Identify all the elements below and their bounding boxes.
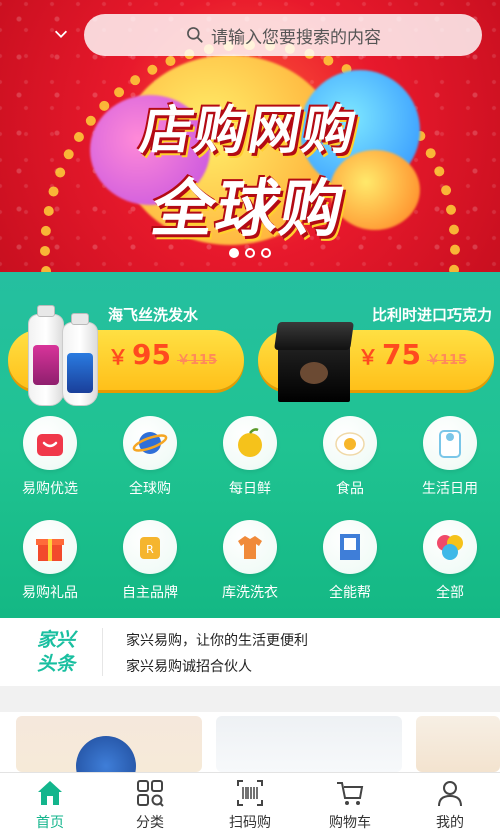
promo-card-chocolate[interactable]: 比利时进口巧克力 ￥ 75 ￥115 <box>258 292 494 402</box>
category-label: 自主品牌 <box>122 585 178 601</box>
promo-card-shampoo[interactable]: 海飞丝洗发水 ￥ 95 ￥115 <box>8 292 244 406</box>
original-price: ￥115 <box>426 353 468 368</box>
product-strip <box>0 712 500 772</box>
category-icon <box>137 780 164 807</box>
category-item-gifts[interactable]: 易购礼品 <box>0 514 100 618</box>
all-icon <box>437 535 463 560</box>
category-grid: 易购优选 全球购 每日鲜 食品 生活日用 易购礼品 R 自主品牌 库洗洗衣 全能… <box>0 410 500 618</box>
promo-title: 比利时进口巧克力 <box>371 306 492 324</box>
tissue-roll-icon <box>439 430 461 458</box>
category-label: 每日鲜 <box>229 481 271 497</box>
category-label: 库洗洗衣 <box>222 585 278 601</box>
svg-text:R: R <box>146 543 154 556</box>
chevron-down-icon <box>54 30 68 38</box>
tab-category[interactable]: 分类 <box>100 773 200 833</box>
search-placeholder: 请输入您要搜索的内容 <box>211 27 381 48</box>
category-label: 易购优选 <box>22 481 78 497</box>
carousel-indicator <box>0 248 500 258</box>
news-logo: 家兴 头条 <box>36 629 75 675</box>
category-label: 全球购 <box>129 481 171 497</box>
category-label: 生活日用 <box>422 481 478 497</box>
category-item-global[interactable]: 全球购 <box>100 410 200 514</box>
category-label: 全部 <box>436 585 464 601</box>
tab-profile[interactable]: 我的 <box>400 773 500 833</box>
carousel-dot[interactable] <box>229 248 239 258</box>
barcode-scan-icon <box>237 780 263 806</box>
tab-label: 购物车 <box>329 815 371 831</box>
home-icon <box>38 781 62 805</box>
fruit-icon <box>238 428 262 457</box>
book-icon <box>340 534 360 560</box>
location-dropdown[interactable] <box>46 20 76 48</box>
top-bar: 请输入您要搜索的内容 <box>0 12 500 56</box>
planet-icon <box>132 432 168 454</box>
promo-price: ￥ 95 ￥115 <box>108 338 217 371</box>
tab-label: 首页 <box>36 815 64 831</box>
egg-icon <box>335 432 365 456</box>
category-item-all-round-help[interactable]: 全能帮 <box>300 514 400 618</box>
tab-label: 分类 <box>136 815 164 831</box>
product-card[interactable] <box>216 716 402 772</box>
product-card[interactable] <box>416 716 500 772</box>
category-item-daily-life[interactable]: 生活日用 <box>400 410 500 514</box>
bag-icon <box>37 434 63 456</box>
currency-symbol: ￥ <box>108 345 128 369</box>
shampoo-bottle-image <box>28 305 64 406</box>
promo-price: ￥ 75 ￥115 <box>358 338 467 371</box>
promo-title: 海飞丝洗发水 <box>108 306 199 324</box>
category-item-yigou-youxuan[interactable]: 易购优选 <box>0 410 100 514</box>
brand-icon: R <box>140 537 160 559</box>
tab-scan[interactable]: 扫码购 <box>200 773 300 833</box>
category-label: 食品 <box>336 481 364 497</box>
carousel-dot[interactable] <box>261 248 271 258</box>
category-item-food[interactable]: 食品 <box>300 410 400 514</box>
user-icon <box>438 781 462 807</box>
banner-title-line1: 店购网购 <box>135 101 363 161</box>
shirt-icon <box>238 536 262 559</box>
news-item[interactable]: 家兴易购，让你的生活更便利 <box>126 630 308 650</box>
category-item-daily-fresh[interactable]: 每日鲜 <box>200 410 300 514</box>
section-gap <box>0 686 500 712</box>
app-home-page: 店购网购 全球购 请输入您要搜索的内容 海飞丝洗发水 ￥ 95 ￥115 比利时… <box>0 0 500 833</box>
chocolate-box-image <box>274 322 354 402</box>
price-value: 95 <box>132 338 171 371</box>
currency-symbol: ￥ <box>358 345 378 369</box>
news-item[interactable]: 家兴易购诚招合伙人 <box>126 656 252 676</box>
category-label: 易购礼品 <box>22 585 78 601</box>
news-ticker[interactable]: 家兴 头条 家兴易购，让你的生活更便利 家兴易购诚招合伙人 <box>0 618 500 686</box>
carousel-dot[interactable] <box>245 248 255 258</box>
original-price: ￥115 <box>176 353 218 368</box>
tab-cart[interactable]: 购物车 <box>300 773 400 833</box>
bottom-tab-bar: 首页 分类 扫码购 购物车 我的 <box>0 772 500 833</box>
search-input[interactable]: 请输入您要搜索的内容 <box>84 14 482 56</box>
shampoo-bottle-image <box>62 313 98 406</box>
price-value: 75 <box>382 338 421 371</box>
category-item-laundry[interactable]: 库洗洗衣 <box>200 514 300 618</box>
banner-title-line2: 全球购 <box>146 172 352 245</box>
category-item-all[interactable]: 全部 <box>400 514 500 618</box>
divider <box>102 628 103 676</box>
tab-label: 我的 <box>436 815 464 831</box>
tab-home[interactable]: 首页 <box>0 773 100 833</box>
cart-icon <box>337 782 364 805</box>
feature-section: 海飞丝洗发水 ￥ 95 ￥115 比利时进口巧克力 ￥ 75 ￥115 易购优选 全 <box>0 272 500 618</box>
product-card[interactable] <box>16 716 202 772</box>
gift-icon <box>36 539 64 561</box>
category-label: 全能帮 <box>329 585 371 601</box>
category-item-own-brand[interactable]: R 自主品牌 <box>100 514 200 618</box>
tab-label: 扫码购 <box>229 815 271 831</box>
search-icon <box>187 27 203 43</box>
